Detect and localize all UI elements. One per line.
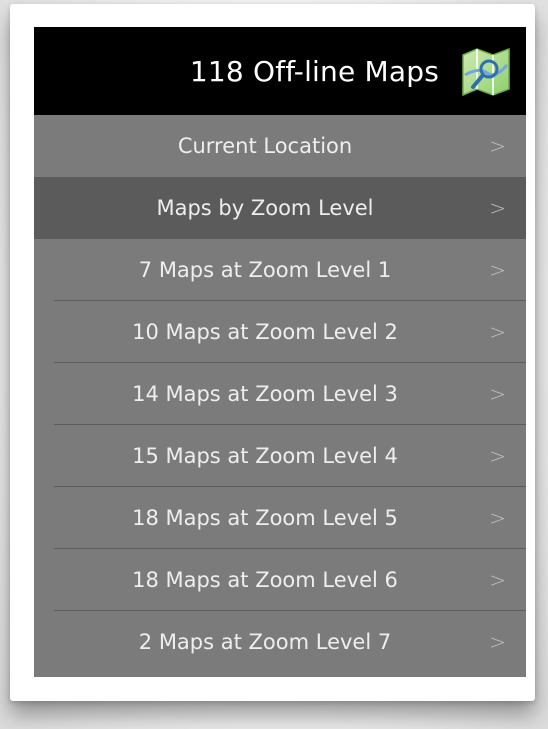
maps-by-zoom-level-label: Maps by Zoom Level — [156, 196, 374, 220]
zoom-level-label: 10 Maps at Zoom Level 2 — [132, 320, 398, 344]
maps-app-icon[interactable] — [459, 45, 513, 99]
zoom-level-row[interactable]: 2 Maps at Zoom Level 7 > — [34, 611, 526, 673]
chevron-right-icon: > — [489, 258, 506, 282]
chevron-right-icon: > — [489, 320, 506, 344]
chevron-right-icon: > — [489, 444, 506, 468]
page-title: 118 Off-line Maps — [189, 55, 439, 88]
chevron-right-icon: > — [489, 506, 506, 530]
zoom-level-row[interactable]: 7 Maps at Zoom Level 1 > — [34, 239, 526, 301]
zoom-level-label: 18 Maps at Zoom Level 6 — [132, 568, 398, 592]
zoom-level-label: 18 Maps at Zoom Level 5 — [132, 506, 398, 530]
zoom-level-row[interactable]: 18 Maps at Zoom Level 6 > — [34, 549, 526, 611]
zoom-level-row[interactable]: 10 Maps at Zoom Level 2 > — [34, 301, 526, 363]
zoom-level-label: 14 Maps at Zoom Level 3 — [132, 382, 398, 406]
chevron-right-icon: > — [489, 134, 506, 158]
zoom-level-row[interactable]: 14 Maps at Zoom Level 3 > — [34, 363, 526, 425]
chevron-right-icon: > — [489, 630, 506, 654]
zoom-level-label: 2 Maps at Zoom Level 7 — [138, 630, 392, 654]
current-location-label: Current Location — [177, 134, 353, 158]
chevron-right-icon: > — [489, 568, 506, 592]
app-screen: 118 Off-line Maps Current Location > Map… — [34, 27, 526, 677]
chevron-right-icon: > — [489, 382, 506, 406]
zoom-level-row[interactable]: 15 Maps at Zoom Level 4 > — [34, 425, 526, 487]
maps-by-zoom-level-row[interactable]: Maps by Zoom Level > — [34, 177, 526, 239]
zoom-level-row[interactable]: 18 Maps at Zoom Level 5 > — [34, 487, 526, 549]
chevron-right-icon: > — [489, 196, 506, 220]
zoom-level-label: 15 Maps at Zoom Level 4 — [132, 444, 398, 468]
zoom-level-label: 7 Maps at Zoom Level 1 — [138, 258, 392, 282]
title-bar: 118 Off-line Maps — [34, 27, 526, 115]
current-location-row[interactable]: Current Location > — [34, 115, 526, 177]
